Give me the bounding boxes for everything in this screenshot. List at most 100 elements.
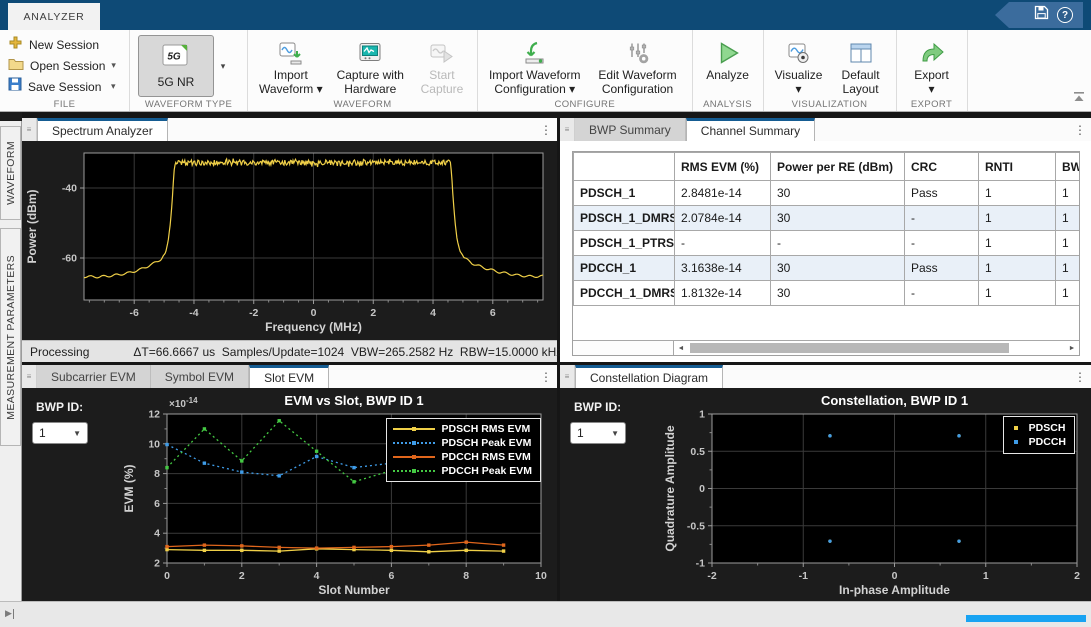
table-cell: - <box>905 206 979 231</box>
scrollbar-track[interactable]: ◄ ► <box>674 341 1079 355</box>
tab-bwp-summary[interactable]: BWP Summary <box>575 118 686 141</box>
sidebar-tab-measurement-parameters[interactable]: MEASUREMENT PARAMETERS <box>0 228 21 446</box>
section-label-waveform: WAVEFORM <box>248 99 477 110</box>
constellation-chart: PDSCHPDCCH -2-1012-1-0.500.51Constellati… <box>660 388 1091 601</box>
table-cell: - <box>905 231 979 256</box>
table-cell: 1 <box>1056 256 1081 281</box>
new-session-button[interactable]: New Session <box>4 34 125 55</box>
summary-panel: ≡ BWP Summary Channel Summary ⋮ <box>560 118 1091 362</box>
svg-text:0: 0 <box>892 570 898 582</box>
panel-grip-icon[interactable]: ≡ <box>22 365 37 388</box>
svg-text:-2: -2 <box>707 570 716 582</box>
scroll-right-icon[interactable]: ► <box>1065 341 1079 355</box>
legend-row: PDSCH Peak EVM <box>393 436 532 450</box>
table-cell: 1 <box>1056 181 1081 206</box>
svg-text:0.5: 0.5 <box>690 446 705 458</box>
default-layout-button[interactable]: Default Layout <box>830 34 892 96</box>
toolbar-section-file: New Session Open Session ▾ Save Session … <box>0 30 130 111</box>
import-waveform-button[interactable]: Import Waveform ▾ <box>252 34 330 96</box>
table-row[interactable]: PDCCH_13.1638e-1430Pass11 <box>574 256 1081 281</box>
import-waveform-label: Import Waveform ▾ <box>259 68 323 96</box>
svg-text:EVM (%): EVM (%) <box>122 464 136 512</box>
svg-text:1: 1 <box>983 570 989 582</box>
spectrum-status-bar: Processing ΔT=66.6667 us Samples/Update=… <box>22 340 557 362</box>
export-button[interactable]: Export ▾ <box>901 34 963 96</box>
tab-symbol-evm[interactable]: Symbol EVM <box>151 365 249 388</box>
tab-bwp-summary-label: BWP Summary <box>589 123 671 137</box>
legend-label: PDCCH Peak EVM <box>442 465 532 477</box>
scroll-left-icon[interactable]: ◄ <box>674 341 688 355</box>
table-header-row: RMS EVM (%) Power per RE (dBm) CRC RNTI … <box>574 153 1081 181</box>
sidebar-tab-waveform[interactable]: WAVEFORM <box>0 126 21 220</box>
visualize-icon <box>786 38 812 68</box>
panel-menu-icon[interactable]: ⋮ <box>1069 365 1091 388</box>
visualize-button[interactable]: Visualize ▾ <box>768 34 830 96</box>
tab-constellation-diagram[interactable]: Constellation Diagram <box>575 365 723 388</box>
waveform-type-5gnr-button[interactable]: 5G 5G NR <box>138 35 214 97</box>
table-cell: 2.8481e-14 <box>675 181 771 206</box>
open-session-button[interactable]: Open Session ▾ <box>4 55 125 76</box>
tab-slot-evm[interactable]: Slot EVM <box>249 365 329 388</box>
edit-waveform-configuration-label: Edit Waveform Configuration <box>598 68 676 96</box>
legend-label: PDSCH <box>1029 422 1066 434</box>
app-status-bar: ▶ <box>0 601 1091 627</box>
tab-spectrum-analyzer[interactable]: Spectrum Analyzer <box>37 118 168 141</box>
analyze-play-icon <box>715 38 741 68</box>
tab-slot-evm-label: Slot EVM <box>264 371 314 385</box>
svg-text:10: 10 <box>535 570 547 582</box>
analyzer-ribbon-tab[interactable]: ANALYZER <box>8 3 100 30</box>
panel-grip-icon[interactable]: ≡ <box>22 118 37 141</box>
dropdown-caret-icon[interactable]: ▾ <box>111 60 121 71</box>
collapse-toolstrip-button[interactable] <box>1073 89 1085 107</box>
waveform-type-dropdown[interactable]: ▾ <box>214 35 232 97</box>
panel-menu-icon[interactable]: ⋮ <box>1069 118 1091 141</box>
tabbar-filler <box>723 365 1069 388</box>
tab-channel-summary[interactable]: Channel Summary <box>686 118 815 141</box>
table-cell: Pass <box>905 181 979 206</box>
constellation-content: BWP ID: 1 ▼ PDSCHPDCCH -2-1012-1-0.500.5… <box>560 388 1091 601</box>
edit-waveform-configuration-button[interactable]: Edit Waveform Configuration <box>588 34 688 96</box>
table-row[interactable]: PDCCH_1_DMRS1.8132e-1430-11 <box>574 281 1081 306</box>
panel-menu-icon[interactable]: ⋮ <box>535 118 557 141</box>
toolbar-section-export: Export ▾ EXPORT <box>897 30 968 111</box>
panel-menu-icon[interactable]: ⋮ <box>535 365 557 388</box>
table-cell: PDSCH_1 <box>574 181 675 206</box>
panel-grip-icon[interactable]: ≡ <box>560 365 575 388</box>
expand-status-icon[interactable]: ▶ <box>5 608 14 619</box>
channel-summary-table-frame: RMS EVM (%) Power per RE (dBm) CRC RNTI … <box>572 151 1080 356</box>
panel-grip-icon[interactable]: ≡ <box>560 118 575 141</box>
analyze-button[interactable]: Analyze <box>697 34 759 82</box>
constellation-legend[interactable]: PDSCHPDCCH <box>1003 416 1075 454</box>
table-row[interactable]: PDSCH_1_DMRS2.0784e-1430-11 <box>574 206 1081 231</box>
scrollbar-thumb[interactable] <box>690 343 1009 353</box>
table-cell: PDCCH_1 <box>574 256 675 281</box>
evm-bwp-id-dropdown[interactable]: 1 ▼ <box>32 422 88 444</box>
help-icon[interactable]: ? <box>1057 7 1073 23</box>
save-icon[interactable] <box>1034 5 1049 25</box>
toolbar-section-analysis: Analyze ANALYSIS <box>693 30 764 111</box>
save-session-label: Save Session <box>28 80 105 94</box>
table-row[interactable]: PDSCH_12.8481e-1430Pass11 <box>574 181 1081 206</box>
slot-evm-legend[interactable]: PDSCH RMS EVMPDSCH Peak EVMPDCCH RMS EVM… <box>386 418 541 482</box>
quick-access-toolbar: ? <box>995 2 1083 28</box>
capture-with-hardware-button[interactable]: Capture with Hardware <box>330 34 411 96</box>
import-waveform-configuration-button[interactable]: Import Waveform Configuration ▾ <box>482 34 588 96</box>
table-cell: 1 <box>979 181 1056 206</box>
legend-label: PDSCH RMS EVM <box>442 423 531 435</box>
channel-summary-content: RMS EVM (%) Power per RE (dBm) CRC RNTI … <box>560 141 1091 362</box>
constellation-bwp-id-dropdown[interactable]: 1 ▼ <box>570 422 626 444</box>
table-cell: 30 <box>771 181 905 206</box>
table-cell: 3.1638e-14 <box>675 256 771 281</box>
table-row[interactable]: PDSCH_1_PTRS---11 <box>574 231 1081 256</box>
folder-icon <box>8 57 24 75</box>
dropdown-caret-icon[interactable]: ▾ <box>111 81 121 92</box>
svg-text:4: 4 <box>430 307 436 319</box>
new-session-label: New Session <box>29 38 121 52</box>
open-session-label: Open Session <box>30 59 105 73</box>
constellation-bwp-id-label: BWP ID: <box>574 400 621 414</box>
export-label: Export ▾ <box>914 68 949 96</box>
tab-subcarrier-evm[interactable]: Subcarrier EVM <box>37 365 151 388</box>
save-session-button[interactable]: Save Session ▾ <box>4 76 125 97</box>
svg-text:1: 1 <box>699 409 705 421</box>
svg-text:Frequency (MHz): Frequency (MHz) <box>265 320 362 334</box>
